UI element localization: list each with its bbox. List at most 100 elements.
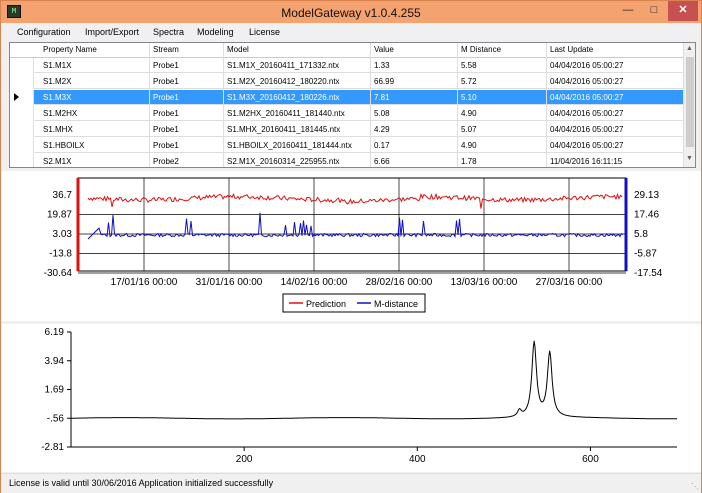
cell-last-update[interactable]: 04/04/2016 05:00:27 — [550, 77, 623, 86]
cell-m-distance[interactable]: 1.78 — [461, 157, 477, 166]
y-left-tick-label: 3.03 — [53, 229, 73, 240]
cell-value[interactable]: 66.99 — [374, 77, 394, 86]
scroll-down-icon[interactable]: ▼ — [686, 155, 693, 162]
spectrum-chart-svg: 6.19 3.94 1.69 -.56 -2.81 200 400 600 — [41, 327, 677, 465]
row-header[interactable] — [10, 138, 34, 153]
cell-stream[interactable]: Probe1 — [153, 109, 179, 118]
spectrum-chart[interactable]: 6.19 3.94 1.69 -.56 -2.81 200 400 600 — [1, 324, 701, 472]
column-separator — [546, 43, 547, 167]
menu-license[interactable]: License — [249, 27, 280, 37]
cell-value[interactable]: 5.08 — [374, 109, 390, 118]
menu-import-export[interactable]: Import/Export — [85, 27, 139, 37]
column-header-model[interactable]: Model — [227, 45, 249, 54]
column-header-last-update[interactable]: Last Update — [550, 45, 593, 54]
cell-m-distance[interactable]: 5.07 — [461, 125, 477, 134]
cell-stream[interactable]: Probe1 — [153, 77, 179, 86]
cell-last-update[interactable]: 04/04/2016 05:00:27 — [550, 93, 623, 102]
cell-property-name[interactable]: S1.M2HX — [43, 109, 77, 118]
cell-property-name[interactable]: S1.M3X — [43, 93, 71, 102]
cell-model[interactable]: S2.M1X_20160314_225955.ntx — [227, 157, 340, 166]
status-text: License is valid until 30/06/2016 Applic… — [9, 478, 274, 488]
menu-modeling[interactable]: Modeling — [197, 27, 234, 37]
cell-property-name[interactable]: S1.MHX — [43, 125, 73, 134]
close-button[interactable]: ✕ — [668, 1, 698, 21]
row-header[interactable] — [10, 106, 34, 121]
cell-value[interactable]: 1.33 — [374, 61, 390, 70]
row-header[interactable] — [10, 58, 34, 73]
plot-area — [77, 177, 627, 272]
cell-m-distance[interactable]: 4.90 — [461, 109, 477, 118]
y-left-tick-label: 36.7 — [53, 190, 73, 201]
cell-model[interactable]: S1.M2X_20160412_180220.ntx — [227, 77, 340, 86]
column-header-m-distance[interactable]: M Distance — [461, 45, 501, 54]
table-row[interactable]: S1.M1X Probe1 S1.M1X_20160411_171332.ntx 1.… — [10, 58, 683, 73]
row-header[interactable] — [10, 154, 34, 167]
menu-configuration[interactable]: Configuration — [17, 27, 71, 37]
row-header[interactable] — [10, 74, 34, 89]
property-grid[interactable]: Property Name Stream Model Value M Dista… — [9, 42, 696, 168]
cell-value[interactable]: 7.81 — [374, 93, 390, 102]
cell-stream[interactable]: Probe1 — [153, 61, 179, 70]
cell-last-update[interactable]: 04/04/2016 05:00:27 — [550, 61, 623, 70]
cell-stream[interactable]: Probe1 — [153, 125, 179, 134]
cell-value[interactable]: 6.66 — [374, 157, 390, 166]
column-header-property-name[interactable]: Property Name — [43, 45, 97, 54]
cell-m-distance[interactable]: 4.90 — [461, 141, 477, 150]
maximize-button[interactable]: □ — [641, 1, 667, 21]
table-row[interactable]: S2.M1X Probe2 S2.M1X_20160314_225955.ntx 6.… — [10, 154, 683, 167]
row-header[interactable] — [10, 122, 34, 137]
cell-m-distance[interactable]: 5.58 — [461, 61, 477, 70]
grid-vertical-scrollbar[interactable]: ▲ ▼ — [683, 43, 695, 167]
cell-stream[interactable]: Probe2 — [153, 157, 179, 166]
cell-m-distance[interactable]: 5.10 — [461, 93, 477, 102]
cell-model[interactable]: S1.MHX_20160411_181445.ntx — [227, 125, 340, 134]
cell-property-name[interactable]: S1.M1X — [43, 61, 71, 70]
status-bar: License is valid until 30/06/2016 Applic… — [1, 473, 701, 493]
cell-value[interactable]: 0.17 — [374, 141, 390, 150]
cell-property-name[interactable]: S2.M1X — [43, 157, 71, 166]
x-tick-label: 28/02/16 00:00 — [366, 277, 433, 288]
cell-last-update[interactable]: 11/04/2016 16:11:15 — [550, 157, 622, 166]
spectrum-line — [71, 340, 677, 420]
cell-m-distance[interactable]: 5.72 — [461, 77, 477, 86]
column-header-stream[interactable]: Stream — [153, 45, 179, 54]
column-separator — [223, 43, 224, 167]
table-row[interactable]: S1.M2X Probe1 S1.M2X_20160412_180220.ntx 66… — [10, 74, 683, 89]
main-window: M ModelGateway v1.0.4.255 — □ ✕ Configur… — [0, 0, 702, 493]
column-header-value[interactable]: Value — [374, 45, 394, 54]
cell-model[interactable]: S1.M2HX_20160411_181440.ntx — [227, 109, 345, 118]
cell-last-update[interactable]: 04/04/2016 05:00:27 — [550, 109, 623, 118]
legend-label-m-distance: M-distance — [374, 299, 418, 309]
title-bar[interactable]: M ModelGateway v1.0.4.255 — □ ✕ — [1, 1, 701, 23]
row-header[interactable] — [10, 90, 34, 105]
cell-model[interactable]: S1.M1X_20160411_171332.ntx — [227, 61, 339, 70]
x-tick-label: 17/01/16 00:00 — [111, 277, 178, 288]
y-tick-label: 3.94 — [45, 356, 65, 367]
resize-grip-icon[interactable]: ⋱ — [691, 482, 699, 491]
cell-model[interactable]: S1.HBOILX_20160411_181444.ntx — [227, 141, 352, 150]
minimize-button[interactable]: — — [615, 1, 641, 21]
cell-value[interactable]: 4.29 — [374, 125, 390, 134]
table-row[interactable]: S1.M3X Probe1 S1.M3X_20160412_180226.ntx 7.… — [10, 90, 683, 105]
cell-property-name[interactable]: S1.HBOILX — [43, 141, 84, 150]
y-tick-label: 6.19 — [45, 327, 65, 338]
cell-last-update[interactable]: 04/04/2016 05:00:27 — [550, 125, 623, 134]
x-tick-label: 27/03/16 00:00 — [536, 277, 603, 288]
cell-last-update[interactable]: 04/04/2016 05:00:27 — [550, 141, 623, 150]
menu-spectra[interactable]: Spectra — [153, 27, 184, 37]
table-row[interactable]: S1.HBOILX Probe1 S1.HBOILX_20160411_181444… — [10, 138, 683, 153]
table-row[interactable]: S1.MHX Probe1 S1.MHX_20160411_181445.ntx 4.… — [10, 122, 683, 137]
scroll-thumb[interactable] — [686, 57, 694, 147]
table-row[interactable]: S1.M2HX Probe1 S1.M2HX_20160411_181440.ntx… — [10, 106, 683, 121]
cell-property-name[interactable]: S1.M2X — [43, 77, 71, 86]
cell-stream[interactable]: Probe1 — [153, 93, 179, 102]
cell-stream[interactable]: Probe1 — [153, 141, 179, 150]
trend-chart[interactable]: 36.7 19.87 3.03 -13.8 -30.64 29.13 17.46 5.8 -5.… — [1, 171, 701, 321]
current-row-arrow-icon — [14, 93, 19, 101]
grid-header: Property Name Stream Model Value M Dista… — [10, 43, 683, 58]
y-right-tick-label: 29.13 — [634, 190, 659, 201]
window-title: ModelGateway v1.0.4.255 — [281, 6, 421, 20]
cell-model[interactable]: S1.M3X_20160412_180226.ntx — [227, 93, 340, 102]
x-tick-label: 14/02/16 00:00 — [281, 277, 348, 288]
scroll-up-icon[interactable]: ▲ — [686, 45, 693, 52]
